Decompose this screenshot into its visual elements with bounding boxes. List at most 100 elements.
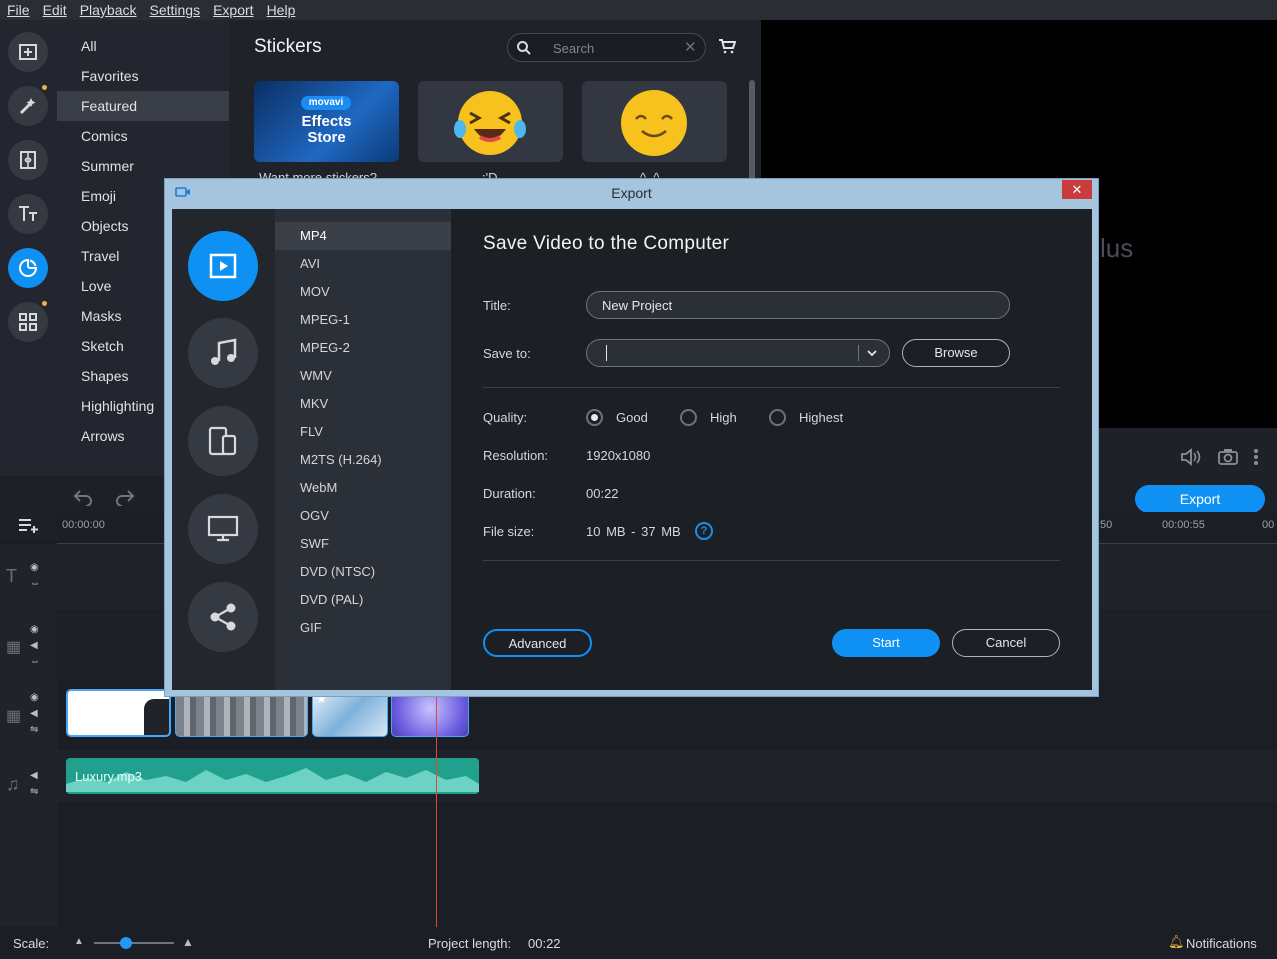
more-tools-button[interactable] [8, 302, 48, 342]
menu-settings[interactable]: Settings [143, 0, 207, 20]
clear-search-icon[interactable]: ✕ [684, 38, 697, 56]
scale-slider-handle[interactable] [120, 937, 132, 949]
divider-bottom [483, 560, 1060, 561]
save-to-field[interactable] [586, 339, 890, 367]
search-input[interactable]: Search ✕ [507, 33, 706, 62]
zoom-in-icon[interactable]: ▲ [182, 935, 194, 949]
add-track-icon[interactable] [18, 518, 40, 534]
effects-store-tile[interactable]: movavi Effects Store [254, 81, 399, 162]
menu-export-label: Export [213, 2, 254, 18]
category-comics[interactable]: Comics [57, 121, 229, 151]
format-mpeg1[interactable]: MPEG-1 [275, 306, 451, 334]
help-icon[interactable]: ? [695, 522, 713, 540]
menu-help[interactable]: Help [260, 0, 302, 20]
empty-track-area[interactable] [57, 804, 1277, 927]
menu-file[interactable]: File [0, 0, 36, 20]
menu-export[interactable]: Export [206, 0, 259, 20]
format-wmv[interactable]: WMV [275, 362, 451, 390]
unlink-icon[interactable]: ⇋ [30, 724, 38, 735]
speaker-icon[interactable]: ◀ [30, 770, 38, 781]
project-length-value: 00:22 [528, 936, 561, 951]
scale-label: Scale: [13, 936, 50, 951]
format-dvd-pal[interactable]: DVD (PAL) [275, 586, 451, 614]
zoom-out-icon[interactable]: ▲ [74, 936, 84, 947]
resolution-label: Resolution: [483, 448, 549, 463]
quality-highest-label: Highest [799, 410, 844, 425]
cart-icon[interactable] [718, 38, 736, 54]
transitions-button[interactable] [8, 140, 48, 180]
sticker-icon [19, 258, 38, 277]
scale-slider[interactable] [94, 942, 174, 944]
format-list: MP4 AVI MOV MPEG-1 MPEG-2 WMV MKV FLV M2… [275, 209, 451, 690]
snapshot-camera-icon[interactable] [1218, 448, 1238, 465]
titles-button[interactable] [8, 194, 48, 234]
unlink-icon[interactable]: ⇋ [30, 786, 38, 797]
browse-button[interactable]: Browse [902, 339, 1010, 367]
cancel-button[interactable]: Cancel [952, 629, 1060, 657]
stickers-button[interactable] [8, 248, 48, 288]
format-flv[interactable]: FLV [275, 418, 451, 446]
format-mpeg2[interactable]: MPEG-2 [275, 334, 451, 362]
menu-edit[interactable]: Edit [36, 0, 73, 20]
quality-high-label: High [710, 410, 737, 425]
format-webm[interactable]: WebM [275, 474, 451, 502]
speaker-icon[interactable]: ◀ [30, 708, 38, 719]
format-swf[interactable]: SWF [275, 530, 451, 558]
eye-icon[interactable]: ◉ [30, 562, 39, 573]
sticker-smile[interactable] [582, 81, 727, 162]
export-share-button[interactable] [188, 582, 258, 652]
chevron-down-icon[interactable] [867, 349, 877, 357]
format-avi[interactable]: AVI [275, 250, 451, 278]
notifications-link[interactable]: Notifications [1186, 936, 1257, 951]
store-line2: Store [307, 129, 346, 146]
category-summer[interactable]: Summer [57, 151, 229, 181]
filters-button[interactable] [8, 86, 48, 126]
ruler-start: 00:00:00 [62, 519, 105, 531]
volume-icon[interactable] [1180, 448, 1202, 466]
export-button[interactable]: Export [1135, 485, 1265, 513]
menu-playback[interactable]: Playback [73, 0, 143, 20]
eye-icon[interactable]: ◉ [30, 624, 39, 635]
menu-bar: File Edit Playback Settings Export Help [0, 0, 1277, 20]
export-video-button[interactable] [188, 231, 258, 301]
sticker-laughing[interactable] [418, 81, 563, 162]
title-field[interactable]: New Project [586, 291, 1010, 319]
menu-playback-label: Playback [79, 2, 137, 18]
ruler-mark-end: 00 [1262, 519, 1275, 531]
left-toolbar [0, 20, 57, 476]
store-brand: movavi [301, 96, 351, 110]
export-tv-button[interactable] [188, 494, 258, 564]
quality-highest-radio[interactable] [769, 409, 786, 426]
speaker-icon[interactable]: ◀ [30, 640, 38, 651]
category-favorites[interactable]: Favorites [57, 61, 229, 91]
eye-icon[interactable]: ◉ [30, 692, 39, 703]
format-dvd-ntsc[interactable]: DVD (NTSC) [275, 558, 451, 586]
link-icon[interactable]: ⇔ [30, 578, 40, 589]
more-options-icon[interactable] [1253, 448, 1259, 466]
category-featured[interactable]: Featured [57, 91, 229, 121]
search-icon [517, 41, 531, 55]
start-button[interactable]: Start [832, 629, 940, 657]
dialog-close-button[interactable]: ✕ [1062, 180, 1092, 199]
format-mkv[interactable]: MKV [275, 390, 451, 418]
format-m2ts[interactable]: M2TS (H.264) [275, 446, 451, 474]
link-icon[interactable]: ⇔ [30, 656, 40, 667]
ruler-mark-55: 00:00:55 [1162, 519, 1205, 531]
category-all[interactable]: All [57, 31, 229, 61]
format-mov[interactable]: MOV [275, 278, 451, 306]
video-clip-white[interactable] [66, 689, 171, 737]
undo-icon[interactable] [72, 488, 94, 506]
import-button[interactable] [8, 32, 48, 72]
quality-good-radio[interactable] [586, 409, 603, 426]
advanced-button[interactable]: Advanced [483, 629, 592, 657]
save-to-label: Save to: [483, 346, 531, 361]
dialog-title: Export [611, 185, 652, 201]
duration-label: Duration: [483, 486, 536, 501]
export-devices-button[interactable] [188, 406, 258, 476]
format-mp4[interactable]: MP4 [275, 222, 451, 250]
redo-icon[interactable] [114, 488, 136, 506]
export-audio-button[interactable] [188, 318, 258, 388]
format-gif[interactable]: GIF [275, 614, 451, 642]
quality-high-radio[interactable] [680, 409, 697, 426]
format-ogv[interactable]: OGV [275, 502, 451, 530]
